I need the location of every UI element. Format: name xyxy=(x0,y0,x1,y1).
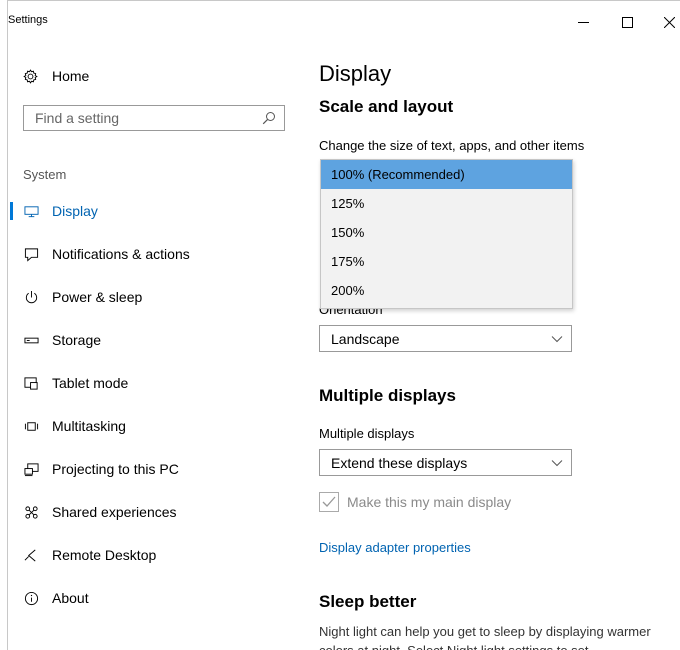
selection-indicator xyxy=(10,202,13,220)
sidebar-item-label: Display xyxy=(52,203,98,219)
remote-desktop-icon xyxy=(24,549,36,561)
multiple-displays-label: Multiple displays xyxy=(319,426,415,441)
sidebar-item-label: Notifications & actions xyxy=(52,246,190,262)
chevron-down-icon xyxy=(551,336,563,343)
sidebar-item-projecting[interactable]: Projecting to this PC xyxy=(8,451,298,487)
sidebar-item-label: Tablet mode xyxy=(52,375,129,391)
window-title: Settings xyxy=(8,14,48,26)
sidebar-item-label: Projecting to this PC xyxy=(52,461,179,477)
chevron-down-icon xyxy=(551,460,563,467)
orientation-dropdown[interactable]: Landscape xyxy=(319,325,572,352)
scale-option[interactable]: 175% xyxy=(321,247,572,276)
search-input[interactable] xyxy=(24,106,244,130)
home-label: Home xyxy=(52,68,90,84)
settings-window: Settings Home System Display Not xyxy=(7,0,680,650)
sidebar-item-shared-experiences[interactable]: Shared experiences xyxy=(8,494,298,530)
sleep-better-heading: Sleep better xyxy=(319,592,417,611)
multiple-displays-value: Extend these displays xyxy=(331,455,468,471)
sidebar-item-tablet-mode[interactable]: Tablet mode xyxy=(8,365,298,401)
home-link[interactable]: Home xyxy=(23,67,89,85)
size-label: Change the size of text, apps, and other… xyxy=(319,138,585,153)
sleep-better-description: Night light can help you get to sleep by… xyxy=(319,624,651,650)
scale-layout-heading: Scale and layout xyxy=(319,97,454,116)
checkmark-icon xyxy=(322,496,336,507)
scale-option[interactable]: 100% (Recommended) xyxy=(321,160,572,189)
page-title: Display xyxy=(319,61,392,86)
gear-icon xyxy=(23,68,38,84)
notifications-icon xyxy=(24,247,38,262)
storage-icon xyxy=(23,337,39,343)
search-box xyxy=(23,105,285,131)
multitasking-icon xyxy=(24,421,38,431)
sidebar-item-about[interactable]: About xyxy=(8,580,298,616)
sidebar-item-remote-desktop[interactable]: Remote Desktop xyxy=(8,537,298,573)
multiple-displays-heading: Multiple displays xyxy=(319,386,456,405)
main-content: Display Scale and layout Change the size… xyxy=(319,1,680,650)
scale-option[interactable]: 200% xyxy=(321,276,572,305)
orientation-value: Landscape xyxy=(331,331,400,347)
power-icon xyxy=(25,290,37,303)
monitor-icon xyxy=(23,205,39,217)
sidebar-item-display[interactable]: Display xyxy=(8,193,298,229)
scale-dropdown-list: 100% (Recommended) 125% 150% 175% 200% xyxy=(320,159,573,309)
sidebar-item-storage[interactable]: Storage xyxy=(8,322,298,358)
sidebar-item-notifications[interactable]: Notifications & actions xyxy=(8,236,298,272)
sidebar-item-label: About xyxy=(52,590,89,606)
main-display-checkbox[interactable] xyxy=(319,492,339,512)
info-icon xyxy=(24,591,38,605)
sidebar-item-label: Shared experiences xyxy=(52,504,177,520)
display-adapter-properties-link[interactable]: Display adapter properties xyxy=(319,540,471,555)
search-icon[interactable] xyxy=(262,111,276,125)
shared-experiences-icon xyxy=(24,505,38,519)
scale-option[interactable]: 150% xyxy=(321,218,572,247)
sidebar-item-label: Multitasking xyxy=(52,418,126,434)
sidebar-item-label: Power & sleep xyxy=(52,289,143,305)
sidebar-item-label: Remote Desktop xyxy=(52,547,157,563)
section-label-system: System xyxy=(23,167,67,182)
projecting-icon xyxy=(23,462,39,476)
main-display-option: Make this my main display xyxy=(319,492,511,512)
sidebar-item-power-sleep[interactable]: Power & sleep xyxy=(8,279,298,315)
sidebar-item-multitasking[interactable]: Multitasking xyxy=(8,408,298,444)
scale-option[interactable]: 125% xyxy=(321,189,572,218)
sidebar-item-label: Storage xyxy=(52,332,102,348)
tablet-mode-icon xyxy=(23,376,38,390)
multiple-displays-dropdown[interactable]: Extend these displays xyxy=(319,449,572,476)
main-display-label: Make this my main display xyxy=(347,494,512,510)
